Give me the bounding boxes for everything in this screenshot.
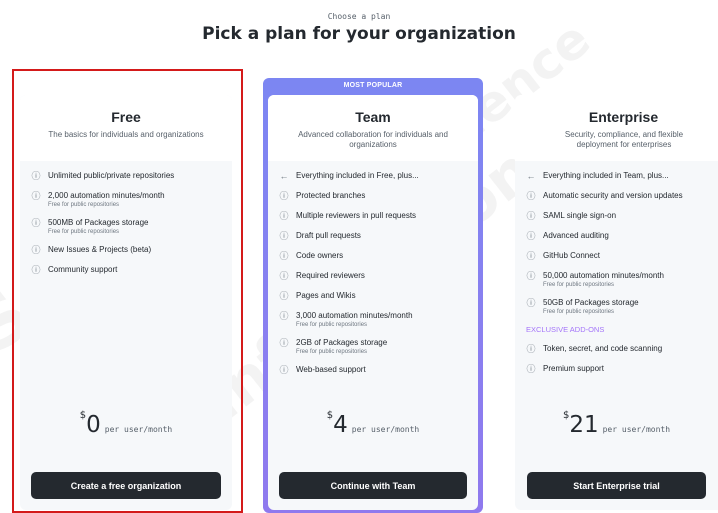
- feature-text: Everything included in Free, plus...: [296, 171, 419, 180]
- feature-text: Web-based support: [296, 365, 366, 374]
- info-icon[interactable]: ⓘ: [526, 211, 536, 221]
- feature-item: ⓘ 2GB of Packages storage Free for public …: [268, 338, 478, 356]
- feature-text: 3,000 automation minutes/month: [296, 311, 413, 320]
- plan-name: Enterprise: [588, 109, 659, 125]
- feature-item: ⓘ SAML single sign-on: [515, 211, 718, 221]
- plan-header: Enterprise Security, compliance, and fle…: [515, 95, 718, 161]
- arrow-left-icon: ←: [279, 171, 289, 181]
- most-popular-badge: MOST POPULAR: [343, 82, 403, 89]
- info-icon[interactable]: ⓘ: [279, 365, 289, 375]
- feature-text: 50GB of Packages storage: [543, 298, 639, 307]
- feature-item: ⓘ Pages and Wikis: [268, 291, 478, 301]
- info-icon[interactable]: ⓘ: [526, 364, 536, 374]
- start-enterprise-trial-button[interactable]: Start Enterprise trial: [527, 472, 706, 499]
- info-icon[interactable]: ⓘ: [279, 191, 289, 201]
- feature-text: Premium support: [543, 364, 604, 373]
- feature-item: ⓘ Draft pull requests: [268, 231, 478, 241]
- info-icon[interactable]: ⓘ: [279, 271, 289, 281]
- addon-item: ⓘ Token, secret, and code scanning: [515, 344, 718, 354]
- feature-text: 50,000 automation minutes/month: [543, 271, 664, 280]
- page-title: Pick a plan for your organization: [202, 24, 516, 44]
- feature-item: ⓘ Automatic security and version updates: [515, 191, 718, 201]
- feature-text: Automatic security and version updates: [543, 191, 683, 200]
- info-icon[interactable]: ⓘ: [526, 298, 536, 308]
- plan-card-team: Team Advanced collaboration for individu…: [268, 95, 478, 510]
- arrow-left-icon: ←: [526, 171, 536, 181]
- feature-list: ← Everything included in Free, plus... ⓘ P…: [268, 171, 478, 385]
- feature-text: Required reviewers: [296, 271, 365, 280]
- feature-subtext: Free for public repositories: [296, 349, 368, 355]
- plan-price: $4 per user/month: [268, 410, 478, 438]
- info-icon[interactable]: ⓘ: [526, 191, 536, 201]
- plan-card-enterprise: Enterprise Security, compliance, and fle…: [515, 95, 718, 510]
- info-icon[interactable]: ⓘ: [279, 211, 289, 221]
- plan-name: Team: [355, 109, 391, 125]
- feature-item: ⓘ 50GB of Packages storage Free for public…: [515, 298, 718, 316]
- feature-text: SAML single sign-on: [543, 211, 617, 220]
- feature-text: Protected branches: [296, 191, 366, 200]
- feature-item: ⓘ 50,000 automation minutes/month Free for…: [515, 271, 718, 289]
- info-icon[interactable]: ⓘ: [526, 344, 536, 354]
- feature-text: Multiple reviewers in pull requests: [296, 211, 417, 220]
- info-icon[interactable]: ⓘ: [526, 251, 536, 261]
- info-icon[interactable]: ⓘ: [526, 271, 536, 281]
- feature-item: ⓘ Multiple reviewers in pull requests: [268, 211, 478, 221]
- feature-subtext: Free for public repositories: [543, 282, 615, 288]
- feature-item: ⓘ 3,000 automation minutes/month Free for …: [268, 311, 478, 329]
- feature-text: GitHub Connect: [543, 251, 600, 260]
- feature-item: ← Everything included in Team, plus...: [515, 171, 718, 181]
- feature-text: Advanced auditing: [543, 231, 609, 240]
- feature-text: 2GB of Packages storage: [296, 338, 388, 347]
- feature-item: ⓘ Advanced auditing: [515, 231, 718, 241]
- plan-price: $21 per user/month: [515, 410, 718, 438]
- info-icon[interactable]: ⓘ: [279, 231, 289, 241]
- feature-text: Draft pull requests: [296, 231, 361, 240]
- price-amount: 21: [569, 412, 599, 438]
- feature-item: ⓘ Web-based support: [268, 365, 478, 375]
- eyebrow-text: Choose a plan: [327, 12, 391, 21]
- feature-item: ⓘ Code owners: [268, 251, 478, 261]
- info-icon[interactable]: ⓘ: [279, 311, 289, 321]
- feature-item: ⓘ Protected branches: [268, 191, 478, 201]
- plan-description: Security, compliance, and flexible deplo…: [564, 130, 684, 149]
- info-icon[interactable]: ⓘ: [279, 338, 289, 348]
- plan-description: Advanced collaboration for individuals a…: [298, 130, 448, 149]
- highlight-box: [12, 69, 243, 513]
- price-unit: per user/month: [602, 425, 671, 434]
- feature-item: ← Everything included in Free, plus...: [268, 171, 478, 181]
- exclusive-addons-heading: EXCLUSIVE ADD-ONS: [526, 325, 605, 334]
- continue-with-team-button[interactable]: Continue with Team: [279, 472, 467, 499]
- feature-item: ⓘ Required reviewers: [268, 271, 478, 281]
- info-icon[interactable]: ⓘ: [279, 251, 289, 261]
- addon-item: ⓘ Premium support: [515, 364, 718, 374]
- price-unit: per user/month: [351, 425, 420, 434]
- price-amount: 4: [333, 412, 348, 438]
- feature-list: ← Everything included in Team, plus... ⓘ A…: [515, 171, 718, 384]
- feature-text: Everything included in Team, plus...: [543, 171, 669, 180]
- feature-text: Code owners: [296, 251, 344, 260]
- feature-subtext: Free for public repositories: [543, 309, 615, 315]
- feature-text: Token, secret, and code scanning: [543, 344, 663, 353]
- feature-subtext: Free for public repositories: [296, 322, 368, 328]
- plan-header: Team Advanced collaboration for individu…: [268, 95, 478, 161]
- feature-text: Pages and Wikis: [296, 291, 356, 300]
- feature-item: ⓘ GitHub Connect: [515, 251, 718, 261]
- info-icon[interactable]: ⓘ: [279, 291, 289, 301]
- info-icon[interactable]: ⓘ: [526, 231, 536, 241]
